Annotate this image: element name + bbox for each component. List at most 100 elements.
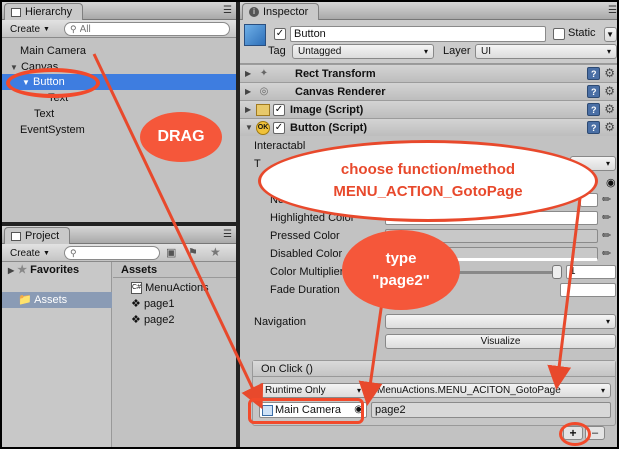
runtime-only-dropdown[interactable]: Runtime Only ▾ (259, 383, 367, 398)
tag-value: Untagged (298, 46, 342, 57)
string-argument-input[interactable]: page2 (371, 402, 611, 418)
image-component-icon (256, 103, 270, 116)
component-enabled-checkbox[interactable]: ✓ (273, 121, 285, 134)
choose-callout-line1: choose function/method (340, 161, 516, 178)
chevron-updown-icon: ▾ (600, 386, 605, 395)
favorites-label: Favorites (30, 264, 80, 276)
assets-folder-item[interactable]: 📁 Assets (18, 292, 67, 308)
component-image[interactable]: ▶ ✓ Image (Script) ? ⚙ (240, 100, 617, 118)
canvas-renderer-icon: ◎ (259, 86, 269, 97)
hierarchy-create-button[interactable]: Create ▼ (6, 22, 54, 36)
onclick-header: On Click () (253, 361, 615, 377)
tab-project[interactable]: Project (4, 227, 71, 244)
gear-icon[interactable]: ⚙ (604, 85, 615, 98)
file-item-page2[interactable]: ❖ page2 (131, 312, 175, 328)
choose-function-callout: choose function/method MENU_ACTION_GotoP… (258, 140, 598, 222)
interactable-label: Interactabl (254, 140, 306, 152)
help-book-icon[interactable]: ? (587, 85, 601, 98)
navigation-dropdown[interactable]: ▾ (385, 314, 616, 329)
layer-label: Layer (443, 45, 471, 57)
fade-duration-input[interactable] (560, 283, 616, 297)
static-label: Static (568, 27, 596, 39)
folder-icon: 📁 (18, 294, 32, 306)
layer-dropdown[interactable]: UI ▾ (475, 44, 617, 59)
expand-triangle-icon: ▶ (245, 105, 252, 114)
component-enabled-checkbox[interactable]: ✓ (273, 103, 285, 116)
eyedropper-icon[interactable]: ✏ (602, 229, 614, 243)
filter-type-icon[interactable]: ▣ (166, 246, 176, 259)
disabled-color-label: Disabled Color (270, 248, 343, 260)
eyedropper-icon[interactable]: ✏ (602, 247, 614, 261)
tag-dropdown[interactable]: Untagged ▾ (292, 44, 434, 59)
unity-scene-icon: ❖ (131, 298, 141, 310)
search-icon: ⚲ (70, 23, 77, 34)
layer-value: UI (481, 46, 491, 57)
help-book-icon[interactable]: ? (587, 121, 601, 134)
gear-icon[interactable]: ⚙ (604, 121, 615, 134)
color-multiplier-slider-handle[interactable] (552, 265, 562, 279)
project-search-input[interactable]: ⚲ (64, 246, 160, 260)
csharp-script-icon: C# (131, 282, 142, 295)
tree-item-text[interactable]: Text (34, 106, 54, 122)
choose-callout-line2: MENU_ACTION_GotoPage (333, 183, 523, 200)
active-checkbox[interactable]: ✓ (274, 28, 286, 40)
panel-menu-icon[interactable]: ☰ (223, 5, 232, 16)
file-item-page1[interactable]: ❖ page1 (131, 296, 175, 312)
help-book-icon[interactable]: ? (587, 103, 601, 116)
panel-menu-icon[interactable]: ☰ (223, 229, 232, 240)
filter-label-icon[interactable]: ⚑ (188, 246, 198, 259)
favorites-item[interactable]: ▶ ★ Favorites (8, 262, 79, 278)
file-item-menuactions[interactable]: C# MenuActions (131, 280, 209, 296)
component-rect-transform[interactable]: ▶ ✦ Rect Transform ? ⚙ (240, 64, 617, 82)
assets-label: Assets (34, 294, 68, 306)
runtime-value: Runtime Only (265, 385, 326, 396)
color-multiplier-input[interactable]: 1 (566, 265, 616, 279)
component-button[interactable]: ▼ OK ✓ Button (Script) ? ⚙ (240, 118, 617, 136)
create-label: Create (10, 247, 41, 259)
function-dropdown[interactable]: MenuActions.MENU_ACITON_GotoPage ▾ (371, 383, 611, 398)
expand-triangle-icon: ▼ (245, 123, 253, 132)
tree-item-eventsystem[interactable]: EventSystem (20, 122, 85, 138)
tab-hierarchy[interactable]: Hierarchy (4, 3, 84, 20)
fade-duration-label: Fade Duration (270, 284, 340, 296)
rect-transform-icon: ✦ (259, 68, 269, 79)
hierarchy-icon (11, 7, 21, 17)
type-callout: type "page2" (342, 230, 460, 310)
expand-triangle-icon: ▶ (245, 69, 252, 78)
hierarchy-search-input[interactable]: ⚲ (64, 22, 230, 36)
gear-icon[interactable]: ⚙ (604, 67, 615, 80)
pressed-color-label: Pressed Color (270, 230, 340, 242)
tree-item-main-camera[interactable]: Main Camera (20, 43, 86, 59)
drag-callout: DRAG (140, 112, 222, 162)
eyedropper-icon[interactable]: ✏ (602, 211, 614, 225)
main-camera-highlight-ring (248, 398, 364, 424)
panel-menu-icon[interactable]: ☰ (608, 5, 617, 16)
object-name-input[interactable]: Button (290, 26, 546, 42)
tab-inspector[interactable]: i Inspector (242, 3, 320, 20)
expand-triangle-icon: ▶ (8, 266, 15, 275)
help-book-icon[interactable]: ? (587, 67, 601, 80)
target-graphic-picker-icon[interactable]: ◉ (606, 176, 616, 189)
search-icon: ⚲ (70, 247, 77, 258)
hierarchy-tabbar: Hierarchy ☰ (2, 2, 236, 20)
static-checkbox[interactable] (553, 28, 565, 40)
unity-scene-icon: ❖ (131, 314, 141, 326)
file-label: MenuActions (145, 282, 209, 294)
inspector-tabbar: i Inspector ☰ (240, 2, 617, 20)
favorites-star-icon: ★ (17, 264, 28, 276)
project-create-button[interactable]: Create ▼ (6, 246, 54, 260)
visualize-button[interactable]: Visualize (385, 334, 616, 349)
component-canvas-renderer[interactable]: ▶ ◎ Canvas Renderer ? ⚙ (240, 82, 617, 100)
add-button-highlight-ring (559, 422, 591, 446)
hierarchy-panel: Hierarchy ☰ Create ▼ ⚲ Main Camera ▼ Can… (2, 2, 236, 222)
expand-triangle-icon[interactable]: ▼ (10, 63, 18, 72)
favorite-star-icon[interactable]: ★ (210, 245, 221, 259)
gear-icon[interactable]: ⚙ (604, 103, 615, 116)
chevron-updown-icon: ▾ (423, 47, 428, 56)
eyedropper-icon[interactable]: ✏ (602, 193, 614, 207)
static-dropdown[interactable]: ▼ (604, 27, 617, 42)
chevron-down-icon: ▼ (43, 25, 50, 33)
hierarchy-search-field[interactable] (79, 23, 229, 35)
file-label: page2 (143, 314, 175, 326)
type-callout-line1: type (385, 250, 417, 267)
